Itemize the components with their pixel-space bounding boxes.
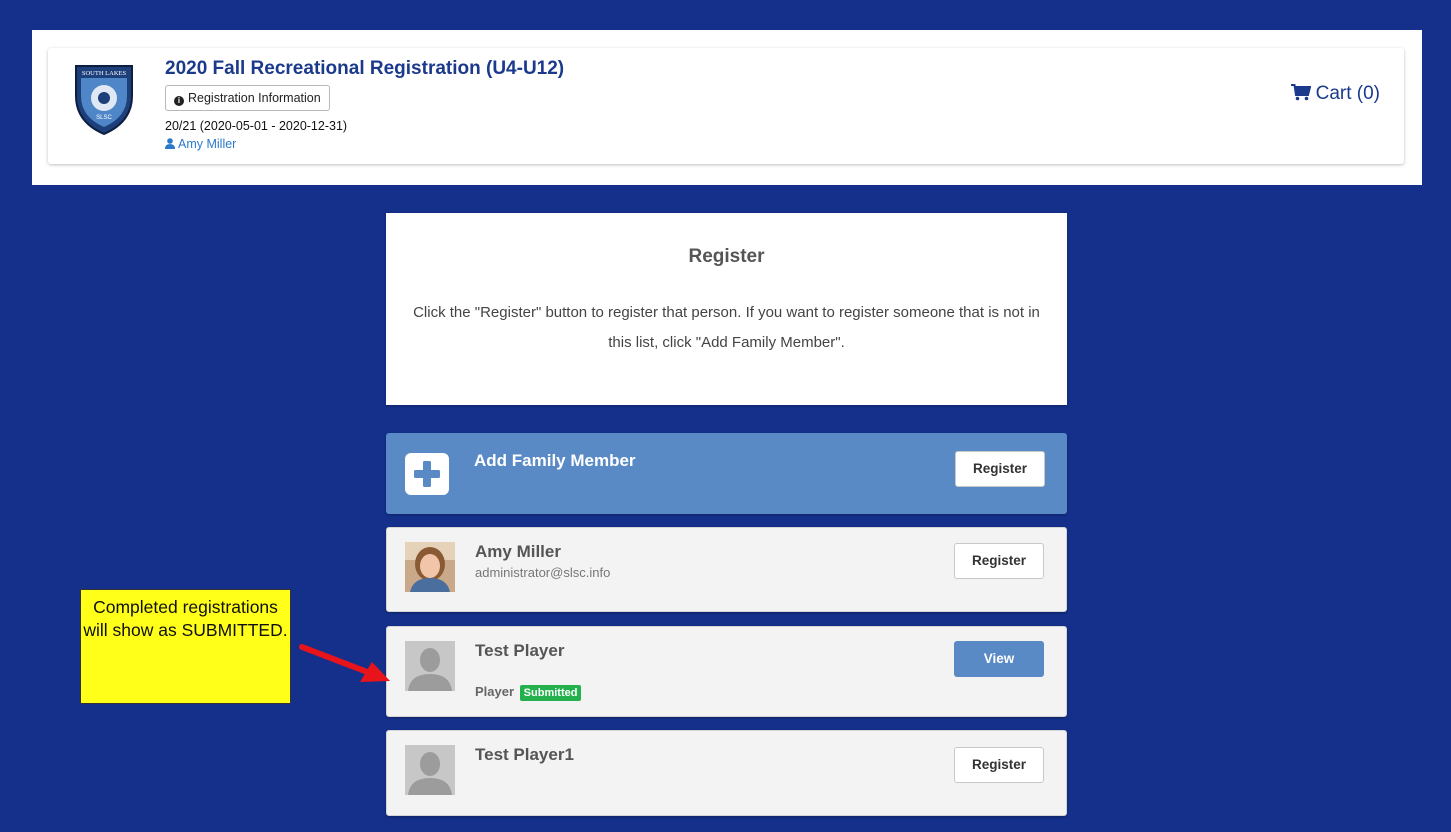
register-button-amy-miller[interactable]: Register — [954, 543, 1044, 579]
add-family-member-card: Add Family Member Register — [386, 433, 1067, 514]
svg-text:SLSC: SLSC — [96, 115, 112, 121]
club-logo-icon: SOUTH LAKES SLSC — [75, 65, 133, 136]
register-instructions-panel: Register Click the "Register" button to … — [386, 213, 1067, 405]
register-heading: Register — [688, 246, 765, 267]
annotation-arrow-icon — [299, 644, 390, 682]
default-avatar-icon — [405, 641, 455, 691]
person-name: Test Player1 — [475, 745, 574, 764]
plus-square-icon — [405, 453, 449, 495]
header-card: SOUTH LAKES SLSC 2020 Fall Recreational … — [48, 48, 1404, 164]
view-button-test-player[interactable]: View — [954, 641, 1044, 677]
person-name: Test Player — [475, 641, 565, 660]
amy-miller-avatar — [405, 542, 455, 592]
person-card-test-player: Test Player Player Submitted View — [386, 626, 1067, 717]
person-card-amy-miller: Amy Miller administrator@slsc.info Regis… — [386, 527, 1067, 612]
person-name: Amy Miller — [475, 542, 561, 561]
annotation-callout: Completed registrations will show as SUB… — [80, 589, 291, 704]
user-name: Amy Miller — [178, 137, 237, 151]
registration-info-label: Registration Information — [188, 91, 321, 105]
status-badge: Submitted — [519, 685, 582, 701]
registration-info-button[interactable]: i Registration Information — [165, 85, 330, 111]
user-link[interactable]: Amy Miller — [165, 137, 236, 151]
cart-icon — [1290, 84, 1311, 101]
person-card-test-player1: Test Player1 Register — [386, 730, 1067, 816]
register-instructions: Click the "Register" button to register … — [413, 304, 1040, 351]
page-title: 2020 Fall Recreational Registration (U4-… — [165, 58, 565, 79]
info-icon: i — [174, 96, 184, 106]
top-bar: SOUTH LAKES SLSC 2020 Fall Recreational … — [32, 30, 1422, 185]
add-family-member-label: Add Family Member — [474, 451, 636, 470]
svg-text:SOUTH LAKES: SOUTH LAKES — [82, 70, 127, 77]
add-family-register-button[interactable]: Register — [955, 451, 1045, 487]
default-avatar-icon — [405, 745, 455, 795]
cart-link[interactable]: Cart (0) — [1290, 83, 1380, 105]
person-role: Player Submitted — [475, 684, 582, 701]
user-icon — [165, 138, 175, 149]
register-button-test-player1[interactable]: Register — [954, 747, 1044, 783]
season-dates: 20/21 (2020-05-01 - 2020-12-31) — [165, 119, 348, 133]
role-label: Player — [475, 684, 515, 699]
person-email: administrator@slsc.info — [475, 565, 611, 580]
cart-label: Cart (0) — [1315, 83, 1380, 104]
